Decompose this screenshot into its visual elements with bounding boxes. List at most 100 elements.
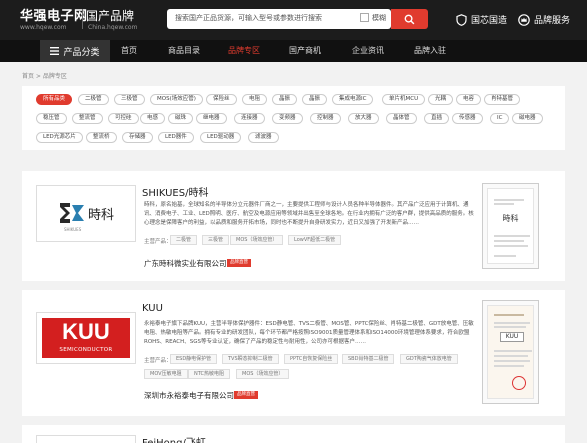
filter-tag[interactable]: 连接器 [234, 113, 265, 124]
filter-tag[interactable]: 控制器 [310, 113, 341, 124]
filter-tag[interactable]: 晶振 [272, 94, 298, 105]
category-filter-panel: 所有品类 二极管 三极管 MOS(场效应管) 保险丝 电阻 晶振 晶振 集成电源… [22, 86, 565, 150]
fuzzy-label: 模糊 [372, 14, 386, 22]
filter-tag[interactable]: 磁电器 [512, 113, 543, 124]
filter-tag[interactable]: LED光源芯片 [36, 132, 83, 143]
cert-line [494, 199, 524, 201]
certificate-title: 時科 [502, 214, 519, 223]
filter-tag[interactable]: 变频器 [272, 113, 303, 124]
brand-title[interactable]: KUU [142, 303, 163, 314]
filter-tag[interactable]: 放大器 [348, 113, 379, 124]
cert-line [494, 245, 528, 247]
filter-tag[interactable]: 直插 [424, 113, 450, 124]
filter-tag[interactable]: 肖特基管 [484, 94, 521, 105]
filter-tag[interactable]: 整流桥 [86, 132, 117, 143]
product-tag[interactable]: 三极管 [202, 235, 230, 245]
filter-tag[interactable]: 三极管 [114, 94, 145, 105]
logo-url-text: www.hqew.com [20, 24, 67, 31]
certificate-image[interactable]: KUU [482, 300, 539, 404]
product-tag[interactable]: PPTC自恢复保险丝 [284, 354, 339, 364]
filter-tag[interactable]: 存储器 [122, 132, 153, 143]
product-tag[interactable]: GDT陶瓷气体放电管 [400, 354, 458, 364]
brand-title[interactable]: SHIKUES/時科 [142, 184, 208, 199]
fuzzy-checkbox[interactable] [360, 13, 369, 22]
cert-seal [512, 376, 526, 390]
filter-tag[interactable]: 二极管 [78, 94, 109, 105]
guoxin-label: 国芯国造 [471, 16, 508, 26]
cert-line [494, 350, 532, 352]
brand-title[interactable]: FeiHong/飞虹 [142, 434, 206, 443]
filter-tag[interactable]: 电感 [140, 113, 166, 124]
brand-card: 時科 SHIKUES SHIKUES/時科 時科，原名始基，全球知名的半导体分立… [22, 171, 565, 281]
cert-line [494, 314, 524, 316]
search-button[interactable] [391, 9, 428, 29]
filter-tag[interactable]: 稳压管 [36, 113, 67, 124]
cert-mark-box: KUU [500, 332, 524, 342]
filter-tag[interactable]: 电容 [456, 94, 482, 105]
cert-line [494, 322, 530, 324]
filter-tag[interactable]: 光耦 [428, 94, 454, 105]
main-nav: 产品分类 首页 商品目录 品牌专区 国产商机 企业资讯 品牌入驻 [0, 40, 587, 62]
brand-logo-text: 時科 [87, 208, 114, 223]
filter-tag[interactable]: 继电器 [196, 113, 227, 124]
brand-service-link[interactable]: 品牌服务 [518, 13, 570, 26]
filter-tag[interactable]: 整流管 [72, 113, 103, 124]
filter-tag[interactable]: 磁珠 [168, 113, 194, 124]
product-tag[interactable]: ESD静电保护管 [170, 354, 218, 364]
site-logo[interactable]: 华强电子网 www.hqew.com 国产品牌 China.hqew.com [20, 5, 137, 35]
category-menu-button[interactable]: 产品分类 [40, 40, 110, 62]
product-tag[interactable]: LowVF超低二极管 [288, 235, 342, 245]
cert-line [494, 365, 524, 367]
brand-logo[interactable]: KUU SEMICONDUCTOR [36, 312, 136, 364]
logo-main-text: 华强电子网 [20, 9, 88, 24]
kuu-logo-block: KUU SEMICONDUCTOR [42, 318, 130, 358]
shield-icon [456, 13, 467, 26]
product-tag[interactable]: TVS瞬态抑制二极管 [222, 354, 279, 364]
certificate-frame: 時科 [487, 188, 534, 264]
filter-tag[interactable]: MOS(场效应管) [150, 94, 203, 105]
filter-tag[interactable]: LED器件 [158, 132, 194, 143]
nav-item-home[interactable]: 首页 [121, 45, 137, 56]
product-tag[interactable]: MOV压敏电阻 [144, 369, 188, 379]
filter-tag-all[interactable]: 所有品类 [36, 94, 73, 105]
cert-line [494, 360, 530, 362]
product-tag[interactable]: NTC热敏电阻 [188, 369, 230, 379]
brand-logo[interactable]: 時科 [36, 185, 136, 242]
search-input[interactable]: 搜索国产正品货源，可输入型号或参数进行搜索 [167, 9, 391, 29]
filter-tag[interactable]: 单片机MCU [382, 94, 426, 105]
filter-tag[interactable]: 集成电源IC [332, 94, 374, 105]
product-tag[interactable]: SBD肖特基二极管 [342, 354, 395, 364]
filter-tag[interactable]: 滤波器 [248, 132, 279, 143]
product-tag[interactable]: MOS（场效应管） [230, 235, 284, 245]
brand-card: FeiHong/飞虹 [22, 425, 565, 443]
filter-tag[interactable]: 保险丝 [206, 94, 237, 105]
certificate-frame: KUU [487, 305, 534, 399]
brand-logo-sub: SEMICONDUCTOR [59, 347, 113, 353]
certificate-image[interactable]: 時科 [482, 183, 539, 269]
filter-tag[interactable]: 传感器 [452, 113, 483, 124]
filter-tag[interactable]: 可控硅 [108, 113, 139, 124]
certificate-title: KUU [505, 333, 519, 340]
shikues-logo-mark [59, 202, 84, 223]
product-tag[interactable]: MOS（场效应管） [236, 369, 290, 379]
cert-line [494, 235, 530, 237]
filter-tag[interactable]: IC [490, 113, 510, 124]
nav-item-brand-zone[interactable]: 品牌专区 [228, 45, 260, 56]
brand-logo[interactable] [36, 435, 136, 443]
product-tag[interactable]: 二极管 [170, 235, 198, 245]
brand-logo-text: KUU [62, 319, 110, 344]
nav-item-opportunities[interactable]: 国产商机 [289, 45, 321, 56]
logo-guochan-text: 国产品牌 [86, 9, 135, 23]
brand-direct-badge: 品牌直营 [234, 391, 258, 399]
nav-item-news[interactable]: 企业资讯 [352, 45, 384, 56]
filter-tag[interactable]: LED驱动器 [200, 132, 242, 143]
nav-item-catalog[interactable]: 商品目录 [168, 45, 200, 56]
filter-tag[interactable]: 电阻 [242, 94, 268, 105]
company-name[interactable]: 深圳市永裕泰电子有限公司 [144, 390, 234, 401]
company-name[interactable]: 广东時科微实业有限公司 [144, 258, 227, 269]
nav-item-brand-join[interactable]: 品牌入驻 [414, 45, 446, 56]
guoxin-link[interactable]: 国芯国造 [456, 13, 507, 26]
crown-icon [518, 13, 530, 26]
filter-tag[interactable]: 晶体管 [386, 113, 417, 124]
filter-tag[interactable]: 晶振 [302, 94, 328, 105]
